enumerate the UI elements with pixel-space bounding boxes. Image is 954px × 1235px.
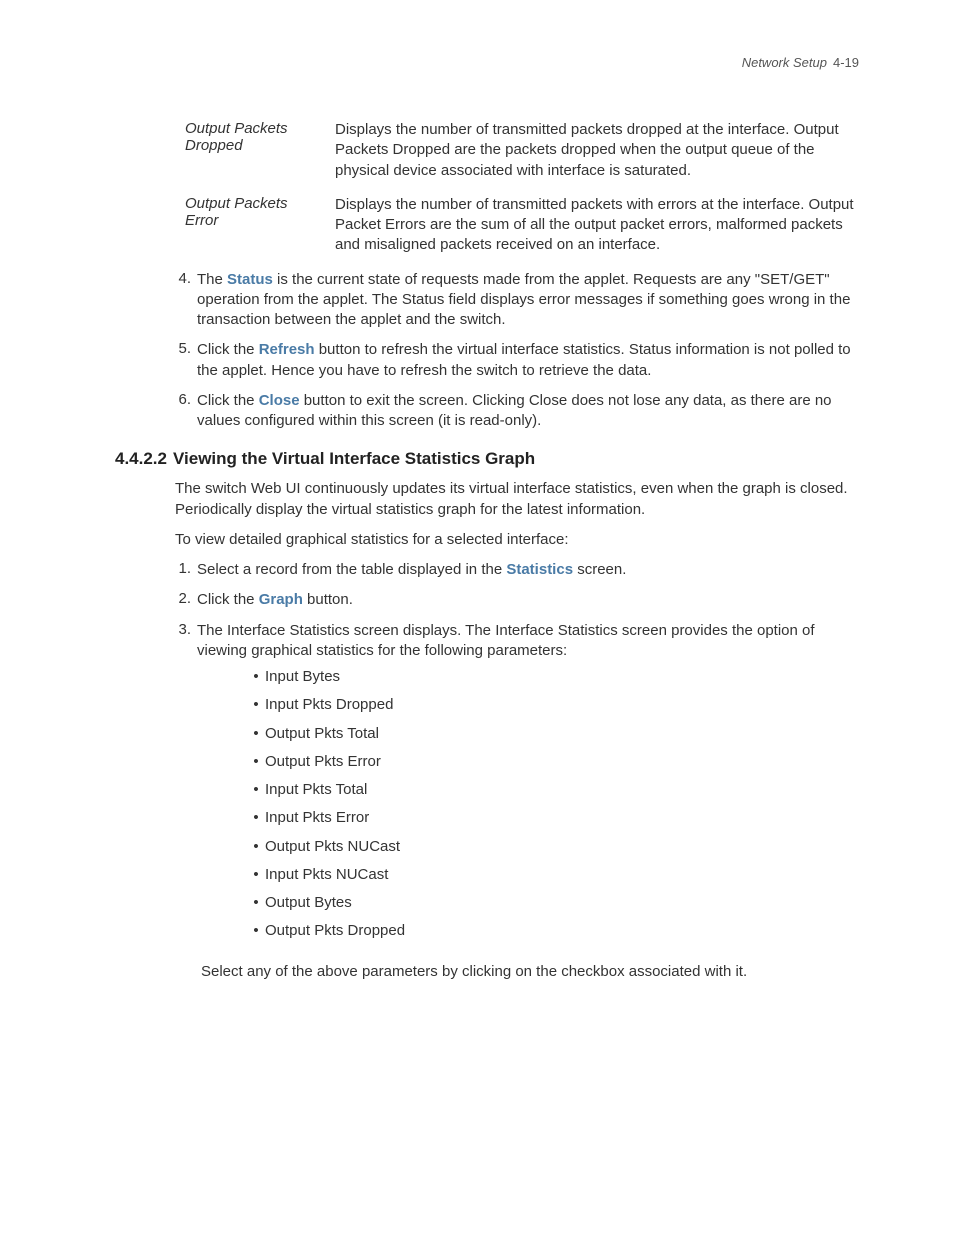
definition-description: Displays the number of transmitted packe…	[335, 120, 859, 181]
list-item: 6. Click the Close button to exit the sc…	[175, 391, 859, 432]
list-number: 3.	[175, 621, 197, 950]
list-item: 2. Click the Graph button.	[175, 590, 859, 610]
trailing-paragraph: Select any of the above parameters by cl…	[201, 962, 859, 982]
definition-term: Output Packets Dropped	[185, 120, 335, 181]
list-text: The Interface Statistics screen displays…	[197, 621, 859, 950]
bullet-icon: •	[247, 893, 265, 913]
page-number: 4-19	[833, 55, 859, 70]
list-number: 5.	[175, 340, 197, 381]
intro-paragraph-1: The switch Web UI continuously updates i…	[175, 479, 859, 520]
bullet-text: Output Bytes	[265, 893, 352, 913]
bullet-text: Output Pkts Dropped	[265, 921, 405, 941]
section-title: Viewing the Virtual Interface Statistics…	[173, 449, 535, 469]
bullet-item: •Output Pkts Dropped	[247, 921, 859, 941]
bullet-icon: •	[247, 695, 265, 715]
page-header: Network Setup 4-19	[742, 55, 859, 70]
bullet-icon: •	[247, 837, 265, 857]
bullet-icon: •	[247, 921, 265, 941]
bullet-icon: •	[247, 667, 265, 687]
list-number: 6.	[175, 391, 197, 432]
list-number: 4.	[175, 270, 197, 331]
keyword-close: Close	[259, 392, 300, 409]
bullet-item: •Output Pkts Error	[247, 752, 859, 772]
numbered-list-top: 4. The Status is the current state of re…	[175, 270, 859, 432]
definition-table: Output Packets Dropped Displays the numb…	[185, 120, 859, 256]
definition-row: Output Packets Error Displays the number…	[185, 195, 859, 256]
list-item: 1. Select a record from the table displa…	[175, 560, 859, 580]
bullet-text: Input Pkts Error	[265, 808, 369, 828]
bullet-text: Input Pkts Total	[265, 780, 367, 800]
section-header: 4.4.2.2 Viewing the Virtual Interface St…	[115, 449, 859, 469]
bullet-item: •Output Pkts Total	[247, 724, 859, 744]
definition-description: Displays the number of transmitted packe…	[335, 195, 859, 256]
header-title: Network Setup	[742, 55, 827, 70]
list-item: 5. Click the Refresh button to refresh t…	[175, 340, 859, 381]
numbered-list-bottom: 1. Select a record from the table displa…	[175, 560, 859, 950]
definition-term: Output Packets Error	[185, 195, 335, 256]
keyword-status: Status	[227, 271, 273, 288]
bullet-item: •Input Pkts Total	[247, 780, 859, 800]
bullet-list: •Input Bytes •Input Pkts Dropped •Output…	[247, 667, 859, 942]
list-text: Click the Close button to exit the scree…	[197, 391, 859, 432]
list-item: 4. The Status is the current state of re…	[175, 270, 859, 331]
keyword-refresh: Refresh	[259, 341, 315, 358]
page-content: Output Packets Dropped Displays the numb…	[115, 120, 859, 982]
bullet-icon: •	[247, 808, 265, 828]
bullet-icon: •	[247, 780, 265, 800]
definition-row: Output Packets Dropped Displays the numb…	[185, 120, 859, 181]
bullet-item: •Input Pkts Dropped	[247, 695, 859, 715]
bullet-text: Input Pkts NUCast	[265, 865, 388, 885]
bullet-icon: •	[247, 724, 265, 744]
list-text: Select a record from the table displayed…	[197, 560, 859, 580]
bullet-item: •Input Bytes	[247, 667, 859, 687]
bullet-text: Input Bytes	[265, 667, 340, 687]
bullet-item: •Output Pkts NUCast	[247, 837, 859, 857]
section-number: 4.4.2.2	[115, 449, 173, 469]
bullet-icon: •	[247, 752, 265, 772]
keyword-statistics: Statistics	[506, 561, 573, 578]
bullet-item: •Input Pkts NUCast	[247, 865, 859, 885]
list-number: 2.	[175, 590, 197, 610]
bullet-text: Output Pkts Error	[265, 752, 381, 772]
bullet-text: Input Pkts Dropped	[265, 695, 393, 715]
list-number: 1.	[175, 560, 197, 580]
list-text: Click the Refresh button to refresh the …	[197, 340, 859, 381]
bullet-icon: •	[247, 865, 265, 885]
bullet-text: Output Pkts NUCast	[265, 837, 400, 857]
bullet-item: •Input Pkts Error	[247, 808, 859, 828]
list-text: The Status is the current state of reque…	[197, 270, 859, 331]
keyword-graph: Graph	[259, 591, 303, 608]
intro-paragraph-2: To view detailed graphical statistics fo…	[175, 530, 859, 550]
bullet-item: •Output Bytes	[247, 893, 859, 913]
bullet-text: Output Pkts Total	[265, 724, 379, 744]
list-text: Click the Graph button.	[197, 590, 859, 610]
list-item: 3. The Interface Statistics screen displ…	[175, 621, 859, 950]
